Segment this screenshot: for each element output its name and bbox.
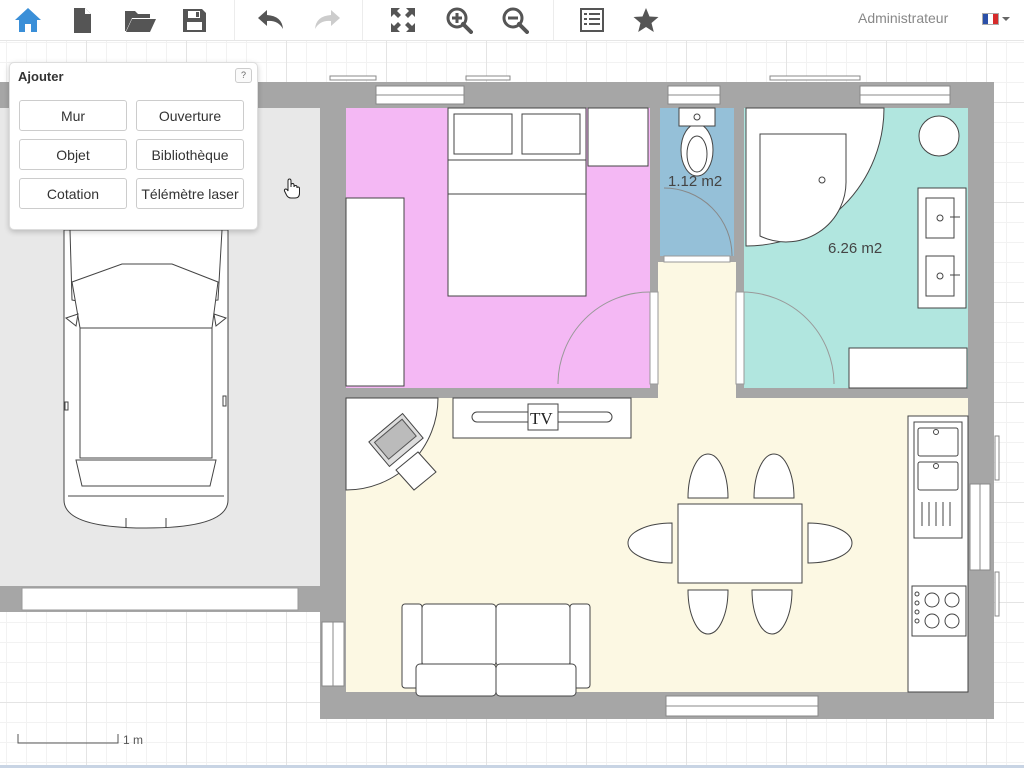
- chevron-down-icon[interactable]: [1002, 17, 1010, 21]
- fullscreen-icon: [391, 8, 415, 32]
- list-button[interactable]: [575, 3, 609, 37]
- undo-icon: [258, 10, 283, 29]
- library-button[interactable]: Bibliothèque: [136, 139, 244, 170]
- hand-cursor-icon: [283, 178, 300, 199]
- user-menu[interactable]: Administrateur: [858, 10, 948, 26]
- language-flag-icon[interactable]: [982, 13, 999, 25]
- nightstand: [587, 107, 649, 167]
- undo-button[interactable]: [254, 3, 288, 37]
- scale-bar: [17, 734, 119, 744]
- fullscreen-button[interactable]: [386, 3, 420, 37]
- car: [63, 229, 229, 529]
- open-button[interactable]: [123, 3, 157, 37]
- zoom-out-icon: [502, 7, 529, 34]
- save-button[interactable]: [177, 3, 211, 37]
- bathroom-area-label: 6.26 m2: [828, 240, 882, 257]
- home-button[interactable]: [11, 3, 45, 37]
- zoom-out-button[interactable]: [498, 3, 532, 37]
- redo-icon: [315, 10, 340, 29]
- hallway-floor: [658, 262, 736, 398]
- help-button[interactable]: ?: [235, 68, 252, 83]
- favorite-button[interactable]: [629, 3, 663, 37]
- sofa: [401, 603, 591, 697]
- zoom-in-icon: [446, 7, 473, 34]
- list-icon: [580, 8, 604, 32]
- wardrobe: [345, 197, 405, 387]
- add-object-button[interactable]: Objet: [19, 139, 127, 170]
- add-wall-button[interactable]: Mur: [19, 100, 127, 131]
- floppy-icon: [183, 9, 206, 32]
- dining-table: [677, 503, 803, 584]
- bathroom-cabinet: [848, 347, 968, 389]
- star-icon: [633, 8, 659, 32]
- tv-label: TV: [530, 409, 553, 428]
- redo-button[interactable]: [310, 3, 344, 37]
- scale-label: 1 m: [123, 733, 144, 747]
- add-dimension-button[interactable]: Cotation: [19, 178, 127, 209]
- home-icon: [15, 8, 41, 32]
- add-panel: Ajouter ? Mur Ouverture Objet Bibliothèq…: [9, 62, 258, 230]
- bath-round-fixture: [918, 115, 960, 157]
- folder-open-icon: [125, 11, 156, 32]
- zoom-in-button[interactable]: [442, 3, 476, 37]
- garage-door: [21, 587, 299, 611]
- file-icon: [74, 8, 91, 33]
- add-opening-button[interactable]: Ouverture: [136, 100, 244, 131]
- wc-area-label: 1.12 m2: [668, 173, 722, 190]
- top-toolbar: Administrateur: [0, 0, 1024, 41]
- new-file-button[interactable]: [65, 3, 99, 37]
- stove: [911, 585, 967, 637]
- laser-meter-button[interactable]: Télémètre laser: [136, 178, 244, 209]
- panel-title: Ajouter: [18, 69, 64, 84]
